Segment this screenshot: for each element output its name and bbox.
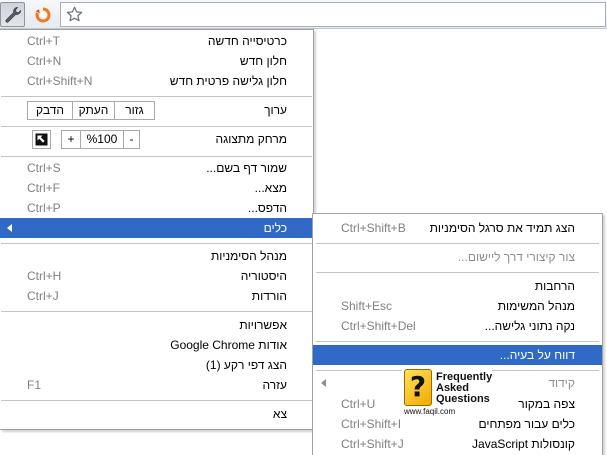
menu-item-print[interactable]: הדפס... Ctrl+P	[0, 198, 313, 218]
zoom-button-group: + %100 -	[61, 130, 140, 149]
menu-item-label: כלים	[263, 221, 287, 235]
menu-item-exit[interactable]: צא	[0, 404, 313, 424]
copy-button[interactable]: העתק	[72, 102, 114, 119]
menu-item-label: צפה במקור	[518, 397, 575, 411]
menu-item-bookmark-manager[interactable]: מנהל הסימניות	[0, 246, 313, 266]
menu-item-find[interactable]: מצא... Ctrl+F	[0, 178, 313, 198]
menu-item-label: הורדות	[251, 289, 287, 303]
watermark-url: www.faqil.com	[404, 407, 456, 416]
tools-submenu: הצג תמיד את סרגל הסימניות Ctrl+Shift+B צ…	[312, 213, 603, 455]
menu-item-javascript-console[interactable]: קונסולות JavaScript Ctrl+Shift+J	[313, 434, 602, 454]
menu-item-shortcut: Ctrl+S	[27, 161, 61, 175]
menu-item-shortcut: Ctrl+Shift+N	[27, 74, 93, 88]
menu-item-shortcut: F1	[27, 378, 42, 392]
menu-item-new-tab[interactable]: כרטיסייה חדשה Ctrl+T	[0, 31, 313, 51]
menu-item-label: צא	[272, 407, 287, 421]
menu-item-edit: ערוך הדבק העתק גזור	[0, 100, 313, 121]
menu-item-label: הצג תמיד את סרגל הסימניות	[429, 221, 575, 235]
menu-item-shortcut: Ctrl+Shift+Del	[341, 319, 416, 333]
menu-item-shortcut: Ctrl+Shift+B	[341, 221, 406, 235]
menu-item-extensions[interactable]: הרחבות	[313, 276, 602, 296]
menu-item-clear-browsing-data[interactable]: נקה נתוני גלישה... Ctrl+Shift+Del	[313, 316, 602, 336]
menu-item-about[interactable]: אודות Google Chrome	[0, 335, 313, 355]
browser-toolbar	[0, 0, 607, 29]
menu-item-developer-tools[interactable]: כלים עבור מפתחים Ctrl+Shift+I	[313, 414, 602, 434]
chevron-left-icon	[7, 224, 12, 232]
menu-item-shortcut: Ctrl+N	[27, 54, 62, 68]
menu-item-label: חלון חדש	[239, 54, 287, 68]
menu-item-label: ערוך	[264, 103, 287, 117]
menu-item-shortcut: Ctrl+F	[27, 181, 60, 195]
menu-separator	[316, 272, 599, 273]
menu-item-new-incognito-window[interactable]: חלון גלישה פרטית חדש Ctrl+Shift+N	[0, 71, 313, 91]
wrench-menu: כרטיסייה חדשה Ctrl+T חלון חדש Ctrl+N חלו…	[0, 29, 314, 430]
menu-item-label: מצא...	[254, 181, 287, 195]
menu-item-label: מנהל הסימניות	[210, 249, 287, 263]
menu-item-label: הדפס...	[247, 201, 287, 215]
menu-item-history[interactable]: היסטוריה Ctrl+H	[0, 266, 313, 286]
menu-separator	[1, 243, 312, 244]
chevron-left-icon	[321, 379, 326, 387]
paste-button[interactable]: הדבק	[28, 102, 72, 119]
menu-item-report-issue[interactable]: דווח על בעיה...	[313, 345, 602, 365]
menu-item-label: חלון גלישה פרטית חדש	[169, 74, 287, 88]
menu-item-label: הרחבות	[534, 279, 575, 293]
menu-item-label: אודות Google Chrome	[170, 338, 287, 352]
menu-separator	[316, 341, 599, 342]
menu-item-task-manager[interactable]: מנהל המשימות Shift+Esc	[313, 296, 602, 316]
star-icon[interactable]	[66, 6, 83, 23]
menu-item-label: כלים עבור מפתחים	[478, 417, 575, 431]
menu-separator	[1, 96, 312, 97]
menu-item-shortcut: Ctrl+P	[27, 201, 61, 215]
menu-item-shortcut: Ctrl+Shift+J	[341, 437, 404, 451]
menu-item-downloads[interactable]: הורדות Ctrl+J	[0, 286, 313, 306]
zoom-out-button[interactable]: -	[123, 131, 139, 148]
menu-item-label: מנהל המשימות	[497, 299, 575, 313]
menu-item-label: אפשרויות	[239, 318, 287, 332]
menu-item-label: מרחק מתצוגה	[215, 132, 287, 146]
omnibox[interactable]	[60, 2, 606, 27]
menu-item-options[interactable]: אפשרויות	[0, 315, 313, 335]
menu-item-label: הצג דפי רקע (1)	[205, 358, 287, 372]
edit-button-group: הדבק העתק גזור	[27, 101, 155, 120]
menu-item-shortcut: Ctrl+H	[27, 269, 62, 283]
menu-item-label: קונסולות JavaScript	[472, 437, 575, 451]
question-mark-icon: ?	[404, 369, 432, 406]
menu-item-tools[interactable]: כלים	[0, 218, 313, 238]
menu-item-label: צור קיצורי דרך ליישום...	[457, 250, 575, 264]
menu-item-shortcut: Ctrl+U	[341, 397, 376, 411]
menu-item-zoom: מרחק מתצוגה + %100 -	[0, 129, 313, 150]
menu-item-label: נקה נתוני גלישה...	[484, 319, 575, 333]
menu-item-help[interactable]: עזרה F1	[0, 375, 313, 395]
menu-item-label: עזרה	[262, 378, 287, 392]
menu-item-label: היסטוריה	[240, 269, 287, 283]
menu-item-shortcut: Shift+Esc	[341, 299, 393, 313]
menu-item-shortcut: Ctrl+T	[27, 34, 60, 48]
menu-item-label: כרטיסייה חדשה	[207, 34, 287, 48]
menu-item-always-show-bookmarks-bar[interactable]: הצג תמיד את סרגל הסימניות Ctrl+Shift+B	[313, 218, 602, 238]
menu-item-shortcut: Ctrl+J	[27, 289, 59, 303]
zoom-level-value: %100	[80, 131, 123, 148]
zoom-in-button[interactable]: +	[62, 131, 80, 148]
menu-separator	[1, 156, 312, 157]
menu-separator	[1, 311, 312, 312]
menu-separator	[316, 243, 599, 244]
wrench-menu-button[interactable]	[0, 2, 25, 27]
menu-item-label: שמור דף בשם...	[206, 161, 287, 175]
watermark-text-line: Questions	[436, 393, 490, 405]
menu-item-shortcut: Ctrl+Shift+I	[341, 417, 402, 431]
menu-item-new-window[interactable]: חלון חדש Ctrl+N	[0, 51, 313, 71]
menu-item-label: דווח על בעיה...	[499, 348, 575, 362]
watermark-logo: ? Frequently Asked Questions www.faqil.c…	[402, 367, 492, 417]
menu-item-create-app-shortcuts: צור קיצורי דרך ליישום...	[313, 247, 602, 267]
menu-separator	[1, 126, 312, 127]
menu-item-background-pages[interactable]: הצג דפי רקע (1)	[0, 355, 313, 375]
cut-button[interactable]: גזור	[114, 102, 154, 119]
menu-item-label: קידוד	[548, 376, 575, 390]
fullscreen-button[interactable]	[32, 130, 51, 149]
menu-item-save-page[interactable]: שמור דף בשם... Ctrl+S	[0, 158, 313, 178]
menu-separator	[1, 400, 312, 401]
extension-button[interactable]	[33, 5, 53, 25]
